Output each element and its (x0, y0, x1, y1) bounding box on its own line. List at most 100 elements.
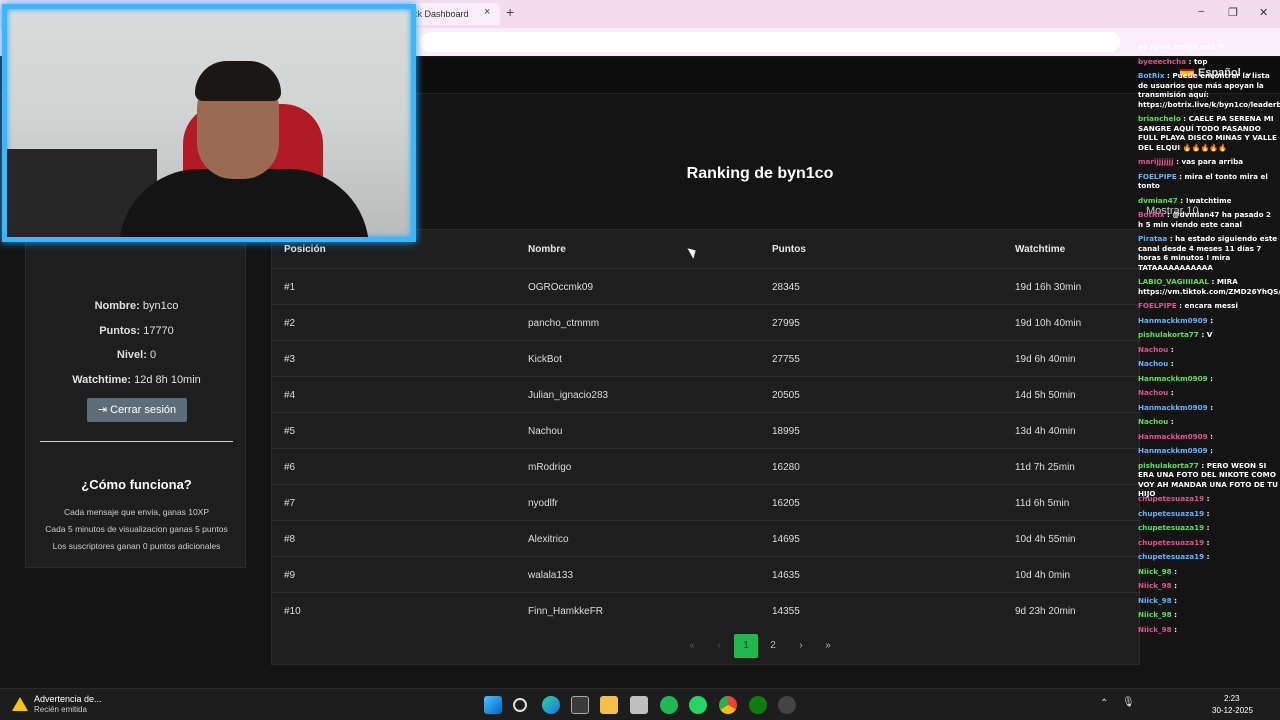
obs-icon[interactable] (778, 696, 796, 714)
folder-icon[interactable] (600, 696, 618, 714)
close-window-button[interactable]: ✕ (1259, 6, 1268, 19)
how-line: Cada mensaje que envia, ganas 10XP (63, 507, 210, 517)
chat-message: brianchelo : CAELE PA SERENA MI SANGRE A… (1138, 114, 1278, 152)
chat-text: : (1174, 581, 1177, 590)
spotify-icon[interactable] (660, 696, 678, 714)
chat-message: marijjjjjjj : vas para arriba (1138, 157, 1278, 167)
logout-button[interactable]: ⇥ Cerrar sesión (87, 398, 187, 422)
clock-date[interactable]: 30-12-2025 (1212, 706, 1253, 715)
chat-text: : V (1201, 330, 1213, 339)
chat-message: Niick_98 : (1138, 625, 1278, 635)
chrome-icon[interactable] (719, 696, 737, 714)
last-page-button[interactable]: » (816, 634, 840, 658)
chat-text: : (1174, 566, 1177, 576)
clock-time[interactable]: 2:23 (1224, 694, 1240, 703)
snipping-tool-icon[interactable] (630, 696, 648, 714)
edge-icon[interactable] (542, 696, 560, 714)
chat-text: : (1210, 431, 1214, 441)
chat-username[interactable]: Niick_98 (1138, 567, 1172, 576)
chat-username[interactable]: chupetesuaza19 (1138, 552, 1204, 561)
chat-message: Nachou : (1138, 388, 1278, 398)
chat-username[interactable]: Niick_98 (1138, 596, 1172, 605)
chat-username[interactable]: Pirataa (1138, 234, 1167, 243)
chat-username[interactable]: Nachou (1138, 388, 1168, 397)
cell-watchtime: 10d 4h 55min (1015, 534, 1076, 545)
chat-username[interactable]: Hanmackkm0909 (1138, 374, 1208, 383)
profile-name: Nombre: byn1co (94, 300, 179, 312)
cell-username: Nachou (528, 426, 563, 437)
chat-text: : encara messi (1179, 301, 1238, 310)
page-2-button[interactable]: 2 (761, 634, 785, 658)
chat-username[interactable]: pishulakorta77 (1138, 330, 1199, 339)
chat-username[interactable]: chupetesuaza19 (1138, 523, 1204, 532)
chat-username[interactable]: marijjjjjjj (1138, 157, 1174, 166)
chat-message: pishulakorta77 : PERO WEON SI ERA UNA FO… (1138, 461, 1278, 499)
chat-username[interactable]: dvmian47 (1138, 196, 1178, 205)
chat-username[interactable]: Hanmackkm0909 (1138, 316, 1208, 325)
chat-username[interactable]: chupetesuaza19 (1138, 494, 1204, 503)
notification-title[interactable]: Advertencia de... (34, 694, 102, 704)
cell-watchtime: 19d 6h 40min (1015, 354, 1076, 365)
first-page-button[interactable]: « (680, 634, 704, 658)
pagination: « ‹ 1 2 › » (272, 634, 1141, 658)
maximize-button[interactable]: ❐ (1228, 6, 1238, 19)
chat-username[interactable]: LABIO_VAGIIIIAAL (1138, 277, 1209, 286)
col-header-watchtime[interactable]: Watchtime (1015, 244, 1065, 255)
chat-text: yo igual amigo mio ♥ (1138, 42, 1224, 51)
address-bar[interactable] (420, 32, 1120, 52)
start-icon[interactable] (484, 696, 502, 714)
store-icon[interactable] (571, 696, 589, 714)
chat-username[interactable]: chupetesuaza19 (1138, 538, 1204, 547)
page-1-button[interactable]: 1 (734, 634, 758, 658)
new-tab-button[interactable]: + (506, 4, 514, 20)
chat-message: byeeechcha : top (1138, 57, 1278, 67)
chat-username[interactable]: Hanmackkm0909 (1138, 403, 1208, 412)
chat-text: : (1210, 373, 1214, 383)
chat-username[interactable]: brianchelo (1138, 114, 1181, 123)
col-header-name[interactable]: Nombre (528, 244, 566, 255)
chat-username[interactable]: BotRix (1138, 210, 1165, 219)
table-row: #1 OGROccmk09 28345 19d 16h 30min (272, 268, 1141, 304)
chat-username[interactable]: Niick_98 (1138, 581, 1172, 590)
xbox-icon[interactable] (749, 696, 767, 714)
chat-username[interactable]: Nachou (1138, 417, 1168, 426)
cell-position: #4 (284, 390, 296, 401)
chat-message: chupetesuaza19 : (1138, 494, 1278, 504)
chat-username[interactable]: Niick_98 (1138, 625, 1172, 634)
chat-message: Hanmackkm0909 : (1138, 403, 1278, 413)
chat-message: dvmian47 : !watchtime (1138, 196, 1278, 206)
col-header-points[interactable]: Puntos (772, 244, 806, 255)
whatsapp-icon[interactable] (689, 696, 707, 714)
cell-watchtime: 14d 5h 50min (1015, 390, 1076, 401)
col-header-position[interactable]: Posición (284, 244, 326, 255)
tab-close-icon[interactable]: × (484, 6, 490, 18)
chat-message: chupetesuaza19 : (1138, 538, 1278, 548)
chat-username[interactable]: FOELPIPE (1138, 172, 1177, 181)
chat-username[interactable]: BotRix (1138, 71, 1165, 80)
minimize-button[interactable]: − (1198, 6, 1204, 18)
cell-username: Julian_ignacio283 (528, 390, 609, 401)
next-page-button[interactable]: › (789, 634, 813, 658)
ranking-table: Posición Nombre Puntos Watchtime #1 OGROc… (271, 229, 1141, 665)
chat-username[interactable]: FOELPIPE (1138, 301, 1177, 310)
chat-text: : (1210, 402, 1214, 412)
chat-message: Pirataa : ha estado siguiendo este canal… (1138, 234, 1278, 272)
prev-page-button[interactable]: ‹ (707, 634, 731, 658)
chat-text: : (1174, 610, 1177, 619)
search-icon[interactable] (513, 698, 527, 712)
cell-points: 18995 (772, 426, 800, 437)
cell-username: KickBot (528, 354, 562, 365)
cell-watchtime: 11d 6h 5min (1015, 498, 1070, 509)
table-row: #9 walala133 14635 10d 4h 0min (272, 556, 1141, 592)
chat-username[interactable]: Niick_98 (1138, 610, 1172, 619)
microphone-icon[interactable]: 🎙 (1122, 697, 1135, 708)
chat-username[interactable]: Nachou (1138, 359, 1168, 368)
chat-username[interactable]: Hanmackkm0909 (1138, 446, 1208, 455)
chat-username[interactable]: byeeechcha (1138, 57, 1186, 66)
chat-username[interactable]: pishulakorta77 (1138, 461, 1199, 470)
chat-username[interactable]: Hanmackkm0909 (1138, 432, 1208, 441)
chevron-up-icon[interactable]: ⌃ (1100, 698, 1108, 709)
chat-username[interactable]: chupetesuaza19 (1138, 509, 1204, 518)
cell-points: 16280 (772, 462, 800, 473)
chat-username[interactable]: Nachou (1138, 345, 1168, 354)
